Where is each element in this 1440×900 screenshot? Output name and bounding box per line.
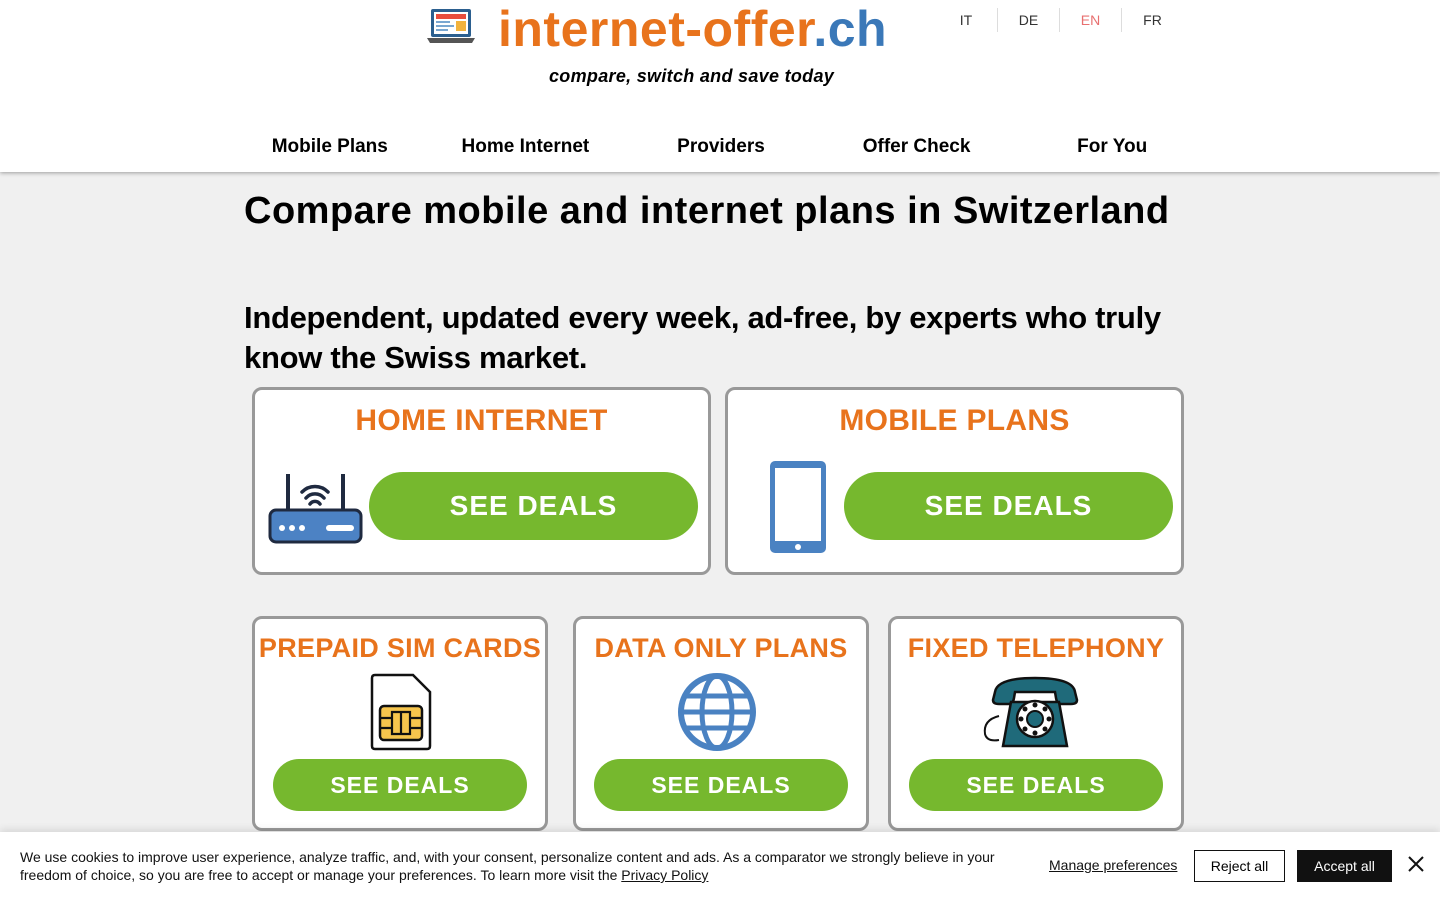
close-icon[interactable] <box>1406 854 1426 874</box>
nav-home-internet[interactable]: Home Internet <box>428 124 624 170</box>
sim-card-icon <box>370 673 432 751</box>
nav-offer-check[interactable]: Offer Check <box>819 124 1015 170</box>
main-nav: Mobile Plans Home Internet Providers Off… <box>232 124 1210 170</box>
smartphone-icon <box>770 461 826 553</box>
see-deals-home-internet-button[interactable]: SEE DEALS <box>369 472 698 540</box>
card-mobile-plans: MOBILE PLANS SEE DEALS <box>725 387 1184 575</box>
see-deals-fixed-telephony-button[interactable]: SEE DEALS <box>909 759 1163 811</box>
site-logo[interactable]: internet-offer.ch <box>498 0 887 58</box>
lang-fr[interactable]: FR <box>1121 8 1183 32</box>
logo-tld-text: .ch <box>813 1 888 57</box>
accept-all-button[interactable]: Accept all <box>1297 850 1392 882</box>
see-deals-data-only-button[interactable]: SEE DEALS <box>594 759 848 811</box>
lang-en[interactable]: EN <box>1059 8 1121 32</box>
card-prepaid-sim-cards: PREPAID SIM CARDS SEE DEALS <box>252 616 548 831</box>
card-title: HOME INTERNET <box>355 404 608 437</box>
laptop-icon[interactable] <box>426 8 476 44</box>
card-title: PREPAID SIM CARDS <box>258 633 542 663</box>
nav-providers[interactable]: Providers <box>623 124 819 170</box>
privacy-policy-link[interactable]: Privacy Policy <box>621 867 708 883</box>
page-subtitle: Independent, updated every week, ad-free… <box>244 300 1161 375</box>
site-header: internet-offer.ch compare, switch and sa… <box>0 0 1440 172</box>
see-deals-prepaid-sim-button[interactable]: SEE DEALS <box>273 759 527 811</box>
lang-it[interactable]: IT <box>935 8 997 32</box>
cookie-message-text: We use cookies to improve user experienc… <box>20 849 995 883</box>
cookie-message: We use cookies to improve user experienc… <box>20 848 1020 884</box>
cookie-banner: We use cookies to improve user experienc… <box>0 832 1440 900</box>
page-title: Compare mobile and internet plans in Swi… <box>244 190 1170 232</box>
site-tagline: compare, switch and save today <box>549 66 835 86</box>
card-home-internet: HOME INTERNET SEE DEALS <box>252 387 711 575</box>
globe-icon <box>678 673 756 751</box>
reject-all-button[interactable]: Reject all <box>1194 850 1285 882</box>
telephone-icon <box>983 676 1079 748</box>
nav-for-you[interactable]: For You <box>1014 124 1210 170</box>
card-title: MOBILE PLANS <box>839 404 1070 437</box>
language-switcher: IT DE EN FR <box>935 8 1183 32</box>
card-fixed-telephony: FIXED TELEPHONY SEE DEALS <box>888 616 1184 831</box>
card-title: FIXED TELEPHONY <box>907 633 1165 663</box>
card-data-only-plans: DATA ONLY PLANS SEE DEALS <box>573 616 869 831</box>
manage-preferences-link[interactable]: Manage preferences <box>1049 857 1177 873</box>
lang-de[interactable]: DE <box>997 8 1059 32</box>
logo-main-text: internet-offer <box>498 1 814 57</box>
router-icon <box>268 474 363 544</box>
see-deals-mobile-plans-button[interactable]: SEE DEALS <box>844 472 1173 540</box>
card-title: DATA ONLY PLANS <box>594 633 848 663</box>
nav-mobile-plans[interactable]: Mobile Plans <box>232 124 428 170</box>
